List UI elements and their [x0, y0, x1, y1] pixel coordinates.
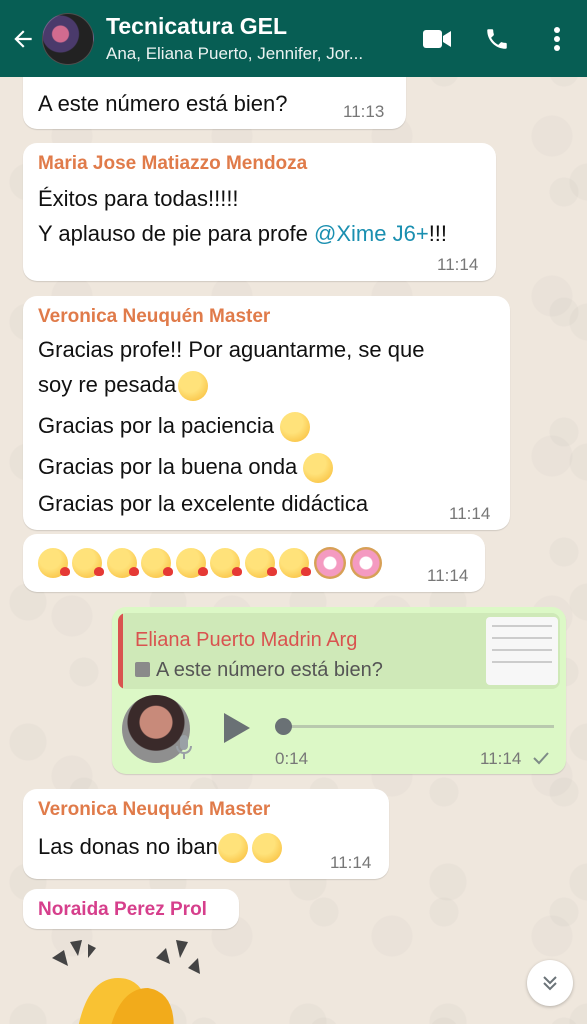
voice-progress-track[interactable]: [284, 725, 554, 728]
message-text: Gracias profe!! Por aguantarme, se que s…: [38, 332, 424, 521]
emoji-row: [38, 547, 383, 579]
kissing-face-emoji: [38, 548, 70, 578]
thumbnail-line: [492, 625, 552, 627]
voice-call-button[interactable]: [467, 0, 527, 77]
quoted-message[interactable]: Eliana Puerto Madrin Arg A este número e…: [118, 613, 560, 689]
message-line: soy re pesada: [38, 367, 424, 402]
message-text: Las donas no iban: [38, 829, 282, 864]
message-time: 11:14: [330, 853, 372, 872]
kissing-face-emoji: [175, 548, 208, 578]
kissing-face-emoji: [72, 548, 105, 578]
sender-name[interactable]: Veronica Neuquén Master: [38, 799, 270, 821]
message-fragment: Gracias por la paciencia: [38, 413, 275, 438]
message-fragment: !!!: [428, 221, 448, 246]
quote-sender: Eliana Puerto Madrin Arg: [135, 629, 358, 651]
play-icon[interactable]: [220, 711, 252, 745]
message-text: A este número está bien?: [38, 91, 288, 116]
single-check-icon: [533, 752, 549, 765]
video-call-button[interactable]: [407, 0, 467, 77]
message-fragment: soy re pesada: [38, 372, 177, 397]
image-icon: [135, 662, 150, 677]
chat-header: Tecnicatura GEL Ana, Eliana Puerto, Jenn…: [0, 0, 587, 77]
tongue-face-emoji: [178, 371, 209, 402]
message-bubble[interactable]: 11:14: [23, 534, 485, 592]
voice-duration: 0:14: [275, 749, 309, 768]
phone-icon: [487, 28, 507, 49]
message-line: Gracias por la excelente didáctica: [38, 491, 369, 516]
message-fragment: Las donas no iban: [38, 834, 218, 859]
message-bubble[interactable]: Noraida Perez Prol: [23, 889, 239, 929]
message-fragment: Gracias por la buena onda: [38, 454, 298, 479]
microphone-icon: [176, 735, 192, 759]
hand-over-mouth-emoji: [217, 833, 248, 864]
donut-emoji: [350, 547, 383, 579]
message-line: Y aplauso de pie para profe @Xime J6+!!!: [38, 216, 447, 251]
voice-progress-knob[interactable]: [275, 718, 292, 735]
group-info[interactable]: Tecnicatura GEL Ana, Eliana Puerto, Jenn…: [106, 13, 406, 64]
clapping-hands-sticker[interactable]: [48, 938, 218, 1024]
thumbnail-line: [492, 661, 552, 663]
message-fragment: Y aplauso de pie para profe: [38, 221, 315, 246]
back-button[interactable]: [4, 0, 42, 77]
tongue-face-emoji: [251, 833, 282, 864]
quote-line: A este número está bien?: [135, 659, 383, 682]
sender-name[interactable]: Noraida Perez Prol: [38, 899, 207, 921]
message-text: Éxitos para todas!!!!! Y aplauso de pie …: [38, 181, 447, 251]
kissing-face-emoji: [106, 548, 139, 578]
group-members: Ana, Eliana Puerto, Jennifer, Jor...: [106, 44, 364, 63]
quote-thumbnail: [486, 617, 558, 685]
message-time: 11:14: [427, 566, 469, 585]
donut-emoji: [313, 547, 346, 579]
thumbnail-line: [492, 637, 552, 639]
message-time: 11:13: [343, 102, 385, 121]
more-vertical-icon: [554, 26, 560, 51]
message-line: Éxitos para todas!!!!!: [38, 186, 239, 211]
arrow-left-icon: [14, 29, 32, 48]
message-bubble[interactable]: Veronica Neuquén Master Las donas no iba…: [23, 789, 389, 879]
group-title: Tecnicatura GEL: [106, 13, 288, 39]
smiling-face-emoji: [280, 412, 311, 443]
message-line: Gracias profe!! Por aguantarme, se que: [38, 337, 425, 362]
mention-link[interactable]: @Xime J6+: [314, 221, 429, 246]
menu-button[interactable]: [527, 0, 587, 77]
message-time: 11:14: [480, 749, 522, 768]
kissing-face-emoji: [141, 548, 174, 578]
clapping-hands-icon: [52, 940, 200, 1024]
message-line: Gracias por la buena onda: [38, 449, 424, 484]
scroll-to-bottom-button[interactable]: [527, 960, 573, 1006]
message-bubble[interactable]: Veronica Neuquén Master Gracias profe!! …: [23, 296, 510, 530]
quote-bar: [118, 613, 123, 689]
sender-name[interactable]: Veronica Neuquén Master: [38, 306, 270, 328]
message-time: 11:14: [437, 255, 479, 274]
outgoing-voice-message[interactable]: Eliana Puerto Madrin Arg A este número e…: [112, 607, 566, 774]
message-line: Gracias por la paciencia: [38, 408, 424, 443]
group-avatar[interactable]: [42, 12, 94, 65]
kissing-face-emoji: [210, 548, 243, 578]
message-bubble[interactable]: Maria Jose Matiazzo Mendoza Éxitos para …: [23, 143, 496, 281]
kissing-face-emoji: [244, 548, 277, 578]
quote-text: A este número está bien?: [156, 659, 383, 681]
sender-name[interactable]: Maria Jose Matiazzo Mendoza: [38, 153, 307, 175]
slight-smile-emoji: [303, 453, 334, 484]
kissing-face-emoji: [279, 548, 312, 578]
message-time: 11:14: [449, 504, 491, 523]
thumbnail-line: [492, 649, 552, 651]
video-camera-icon: [423, 29, 451, 48]
double-chevron-down-icon: [543, 976, 557, 991]
